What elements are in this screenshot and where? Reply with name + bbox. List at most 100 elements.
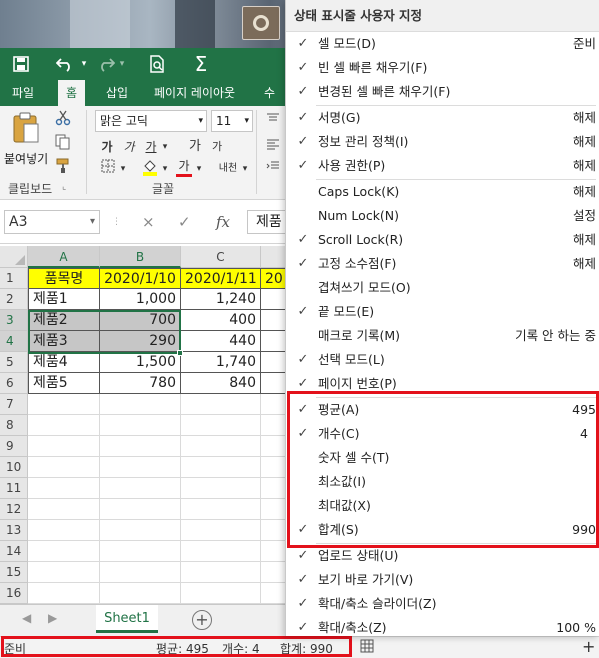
table-cell[interactable] [261,436,287,457]
save-icon[interactable] [8,52,34,76]
table-cell[interactable] [100,583,181,604]
undo-icon[interactable] [52,52,78,76]
align-left-icon[interactable] [262,136,284,158]
phonetic-button[interactable]: 내천 [216,158,240,180]
row-header[interactable]: 11 [0,478,28,499]
zoom-in-icon[interactable]: + [582,637,595,656]
format-painter-icon[interactable] [52,158,74,180]
row-header[interactable]: 7 [0,394,28,415]
menu-item[interactable]: ✓ 끝 모드(E) [286,300,599,324]
menu-item[interactable]: ✓ 서명(G) 해제 [286,106,599,130]
table-cell[interactable]: 제품1 [28,289,100,310]
clipboard-launcher-icon[interactable]: ⌞ [62,182,66,192]
row-header[interactable]: 5 [0,352,28,373]
bold-button[interactable]: 가 [98,136,116,158]
table-cell[interactable] [261,562,287,583]
tab-page-layout[interactable]: 페이지 레이아웃 [146,80,243,106]
row-header[interactable]: 12 [0,499,28,520]
table-cell[interactable] [181,415,261,436]
menu-item[interactable]: Caps Lock(K) 해제 [286,180,599,204]
tab-file[interactable]: 파일 [4,80,42,106]
grow-font-button[interactable]: 가 [186,136,204,158]
table-cell[interactable] [181,499,261,520]
menu-item[interactable]: ✓ 업로드 상태(U) [286,544,599,568]
row-header[interactable]: 2 [0,289,28,310]
menu-item[interactable]: ✓ 고정 소수점(F) 해제 [286,252,599,276]
table-cell[interactable] [261,310,287,331]
sheet-tab-sheet1[interactable]: Sheet1 [96,605,158,633]
table-cell[interactable] [100,562,181,583]
table-cell[interactable] [100,415,181,436]
table-cell[interactable] [261,289,287,310]
row-header[interactable]: 9 [0,436,28,457]
menu-item[interactable]: 숫자 셀 수(T) [286,446,599,470]
tab-home[interactable]: 홈 [58,80,86,106]
menu-item[interactable]: Num Lock(N) 설정 [286,204,599,228]
menu-item[interactable]: 최소값(I) [286,470,599,494]
print-preview-icon[interactable] [144,52,170,76]
next-sheet-icon[interactable]: ▶ [48,611,57,625]
table-cell[interactable] [261,499,287,520]
tab-insert[interactable]: 삽입 [98,80,136,106]
row-header[interactable]: 8 [0,415,28,436]
column-header-b[interactable]: B [100,246,181,268]
menu-item[interactable]: ✓ 셀 모드(D) 준비 [286,32,599,56]
menu-item[interactable]: ✓ 정보 관리 정책(I) 해제 [286,130,599,154]
chevron-down-icon[interactable]: ▾ [160,136,170,158]
table-cell[interactable]: 440 [181,331,261,352]
prev-sheet-icon[interactable]: ◀ [22,611,31,625]
table-cell[interactable] [28,562,100,583]
row-header[interactable]: 10 [0,457,28,478]
table-cell[interactable] [28,583,100,604]
table-cell[interactable] [181,457,261,478]
table-cell[interactable]: 290 [100,331,181,352]
enter-icon[interactable]: ✓ [178,210,191,234]
table-cell[interactable] [28,457,100,478]
table-cell[interactable] [181,520,261,541]
menu-item[interactable]: ✓ 평균(A) 495 [286,398,599,422]
chevron-down-icon[interactable]: ▾ [194,158,204,180]
table-cell[interactable]: 제품5 [28,373,100,394]
table-cell[interactable] [100,541,181,562]
table-cell[interactable] [100,478,181,499]
align-top-icon[interactable] [262,110,284,132]
tab-formulas[interactable]: 수식 [256,80,287,126]
table-cell[interactable] [181,583,261,604]
menu-item[interactable]: 겹쳐쓰기 모드(O) [286,276,599,300]
table-cell[interactable] [261,352,287,373]
table-cell[interactable] [181,541,261,562]
row-header[interactable]: 1 [0,268,28,289]
menu-item[interactable]: ✓ 빈 셀 빠른 채우기(F) [286,56,599,80]
row-header[interactable]: 15 [0,562,28,583]
indent-icon[interactable] [262,158,284,180]
borders-icon[interactable] [98,158,118,180]
row-header[interactable]: 6 [0,373,28,394]
table-cell[interactable] [28,541,100,562]
insert-function-icon[interactable]: fx [216,210,230,234]
formula-input[interactable]: 제품 [247,210,287,234]
table-header-cell[interactable]: 2020/1/10 [100,268,181,289]
table-cell[interactable] [100,394,181,415]
menu-item[interactable]: ✓ 선택 모드(L) [286,348,599,372]
table-cell[interactable] [100,499,181,520]
redo-icon[interactable] [95,52,117,76]
cut-icon[interactable] [52,110,74,132]
autosum-icon[interactable]: Σ [188,52,214,76]
table-cell[interactable]: 1,500 [100,352,181,373]
table-cell[interactable] [261,415,287,436]
menu-item[interactable]: ✓ 확대/축소 슬라이더(Z) [286,592,599,616]
table-cell[interactable] [181,394,261,415]
desktop-shortcut-icon[interactable] [242,6,280,40]
table-cell[interactable]: 840 [181,373,261,394]
table-cell[interactable] [261,394,287,415]
column-header-c[interactable]: C [181,246,261,268]
menu-item[interactable]: 최대값(X) [286,494,599,518]
redo-dropdown-icon[interactable]: ▾ [116,52,128,76]
menu-item[interactable]: ✓ 확대/축소(Z) 100 % [286,616,599,636]
copy-icon[interactable] [52,134,74,156]
row-header[interactable]: 13 [0,520,28,541]
font-color-icon[interactable]: 가 [174,158,194,180]
table-cell[interactable] [28,415,100,436]
table-cell[interactable]: 제품4 [28,352,100,373]
table-cell[interactable]: 700 [100,310,181,331]
